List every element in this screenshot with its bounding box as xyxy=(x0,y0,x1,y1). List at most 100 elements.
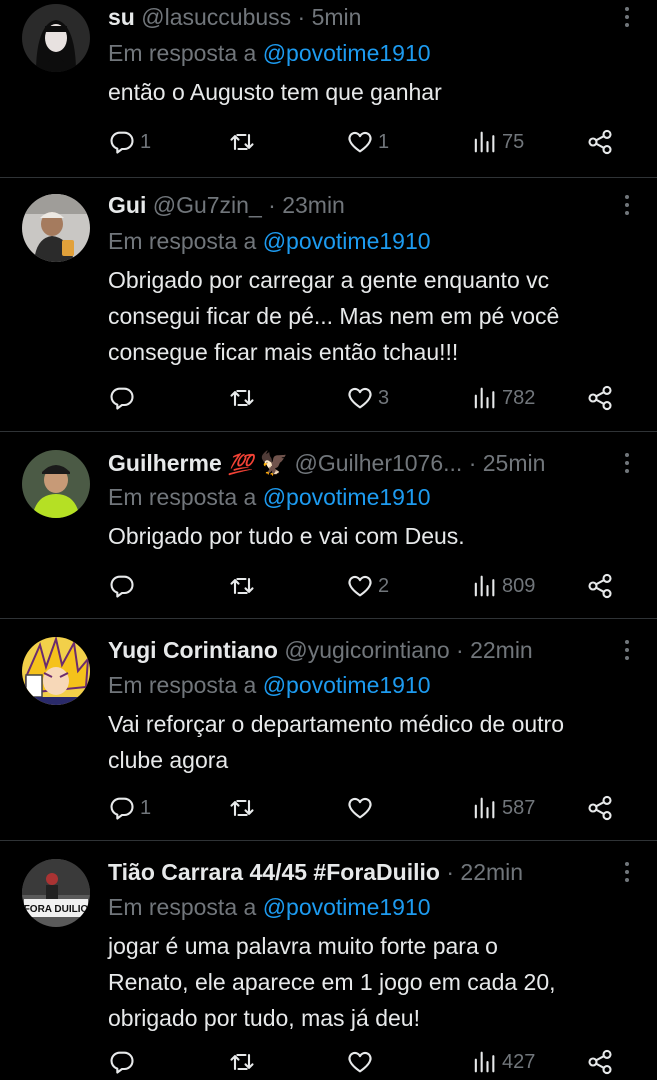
reply-prefix: Em resposta a xyxy=(108,40,257,66)
tweet[interactable]: Guilherme 💯 🦅 @Guilher1076... · 25min Em… xyxy=(0,432,657,619)
user-handle[interactable]: @Gu7zin_ xyxy=(153,192,262,218)
like-button[interactable] xyxy=(346,1046,378,1078)
separator-dot: · xyxy=(268,192,276,218)
user-handle[interactable]: @yugicorintiano xyxy=(284,637,449,663)
tweet-text: então o Augusto tem que ganhar xyxy=(108,74,633,110)
retweet-button[interactable] xyxy=(228,382,256,414)
tweet-header: su @lasuccubuss · 5min xyxy=(108,0,607,34)
views-button[interactable]: 427 xyxy=(470,1046,535,1078)
reply-prefix: Em resposta a xyxy=(108,894,257,920)
tweet-text-line: obrigado por tudo, mas já deu! xyxy=(108,1005,420,1031)
retweet-button[interactable] xyxy=(228,792,256,824)
retweet-button[interactable] xyxy=(228,570,256,602)
tweet-text-line: jogar é uma palavra muito forte para o xyxy=(108,933,498,959)
tweet[interactable]: Yugi Corintiano @yugicorintiano · 22min … xyxy=(0,619,657,841)
display-name[interactable]: Gui xyxy=(108,192,146,218)
timestamp[interactable]: 22min xyxy=(460,859,523,885)
mention-link[interactable]: @povotime1910 xyxy=(263,484,431,510)
reply-icon xyxy=(110,1051,134,1074)
reply-button[interactable]: 1 xyxy=(108,792,151,824)
more-icon[interactable] xyxy=(621,0,633,34)
timestamp[interactable]: 23min xyxy=(282,192,345,218)
share-button[interactable] xyxy=(586,1046,614,1078)
share-icon xyxy=(588,385,612,411)
views-icon xyxy=(474,797,495,819)
tweet-text-line: Obrigado por carregar a gente enquanto v… xyxy=(108,267,550,293)
views-button[interactable]: 75 xyxy=(470,126,524,158)
timestamp[interactable]: 5min xyxy=(312,4,362,30)
reply-prefix: Em resposta a xyxy=(108,484,257,510)
more-icon[interactable] xyxy=(621,188,633,222)
tweet[interactable]: FORA DUILIO Tião Carrara 44/45 #ForaDuil… xyxy=(0,841,657,1080)
retweet-icon xyxy=(230,1053,254,1071)
reply-context: Em resposta a @povotime1910 xyxy=(108,36,431,70)
avatar[interactable] xyxy=(22,4,90,72)
share-button[interactable] xyxy=(586,382,614,414)
views-count: 75 xyxy=(502,130,525,153)
like-button[interactable] xyxy=(346,792,378,824)
tweet-text-line: clube agora xyxy=(108,747,229,773)
views-count: 587 xyxy=(502,796,536,819)
retweet-button[interactable] xyxy=(228,1046,256,1078)
retweet-icon xyxy=(230,133,254,151)
like-button[interactable]: 1 xyxy=(346,126,389,158)
retweet-icon xyxy=(230,577,254,595)
views-icon xyxy=(474,1051,495,1073)
views-button[interactable]: 809 xyxy=(470,570,535,602)
display-name[interactable]: Guilherme xyxy=(108,450,222,476)
user-handle[interactable]: @lasuccubuss xyxy=(141,4,291,30)
reply-button[interactable] xyxy=(108,382,140,414)
timestamp[interactable]: 25min xyxy=(483,450,546,476)
share-button[interactable] xyxy=(586,570,614,602)
views-button[interactable]: 587 xyxy=(470,792,535,824)
avatar[interactable]: FORA DUILIO xyxy=(22,859,90,927)
mention-link[interactable]: @povotime1910 xyxy=(263,672,431,698)
avatar[interactable] xyxy=(22,194,90,262)
reply-button[interactable]: 1 xyxy=(108,126,151,158)
share-icon xyxy=(588,1049,612,1075)
share-button[interactable] xyxy=(586,792,614,824)
like-button[interactable]: 3 xyxy=(346,382,389,414)
tweet[interactable]: Gui @Gu7zin_ · 23min Em resposta a @povo… xyxy=(0,178,657,432)
tweet-header: Guilherme 💯 🦅 @Guilher1076... · 25min xyxy=(108,446,607,480)
display-name[interactable]: su xyxy=(108,4,135,30)
mention-link[interactable]: @povotime1910 xyxy=(263,40,431,66)
display-name[interactable]: Yugi Corintiano xyxy=(108,637,278,663)
views-count: 809 xyxy=(502,574,536,597)
reply-prefix: Em resposta a xyxy=(108,672,257,698)
views-icon xyxy=(474,387,495,409)
reply-count: 1 xyxy=(140,130,152,153)
display-name[interactable]: Tião Carrara 44/45 #ForaDuilio xyxy=(108,859,440,885)
separator-dot: · xyxy=(297,4,306,30)
like-button[interactable]: 2 xyxy=(346,570,389,602)
mention-link[interactable]: @povotime1910 xyxy=(263,228,431,254)
more-icon[interactable] xyxy=(621,446,633,480)
share-button[interactable] xyxy=(586,126,614,158)
avatar[interactable] xyxy=(22,637,90,705)
reply-context: Em resposta a @povotime1910 xyxy=(108,480,431,514)
reply-button[interactable] xyxy=(108,570,140,602)
tweet-text-line: consegui ficar de pé... Mas nem em pé vo… xyxy=(108,303,560,329)
like-count: 2 xyxy=(378,574,390,597)
timestamp[interactable]: 22min xyxy=(470,637,533,663)
retweet-icon xyxy=(230,799,254,817)
user-handle[interactable]: @Guilher1076... xyxy=(294,450,462,476)
tweet-text-line: Obrigado por tudo e vai com Deus. xyxy=(108,523,465,549)
retweet-icon xyxy=(230,389,254,407)
tweet-header: Tião Carrara 44/45 #ForaDuilio · 22min xyxy=(108,855,607,889)
reply-context: Em resposta a @povotime1910 xyxy=(108,224,431,258)
reply-feed: su @lasuccubuss · 5min Em resposta a @po… xyxy=(0,0,657,1080)
more-icon[interactable] xyxy=(621,855,633,889)
bird-icon: 🦅 xyxy=(259,450,289,476)
avatar[interactable] xyxy=(22,450,90,518)
reply-button[interactable] xyxy=(108,1046,140,1078)
separator-dot: · xyxy=(446,859,455,885)
views-button[interactable]: 782 xyxy=(470,382,535,414)
tweet-text-line: Renato, ele aparece em 1 jogo em cada 20… xyxy=(108,969,556,995)
mention-link[interactable]: @povotime1910 xyxy=(263,894,431,920)
tweet[interactable]: su @lasuccubuss · 5min Em resposta a @po… xyxy=(0,0,657,178)
more-icon[interactable] xyxy=(621,633,633,667)
reply-context: Em resposta a @povotime1910 xyxy=(108,668,431,702)
tweet-text-line: então o Augusto tem que ganhar xyxy=(108,79,442,105)
retweet-button[interactable] xyxy=(228,126,256,158)
